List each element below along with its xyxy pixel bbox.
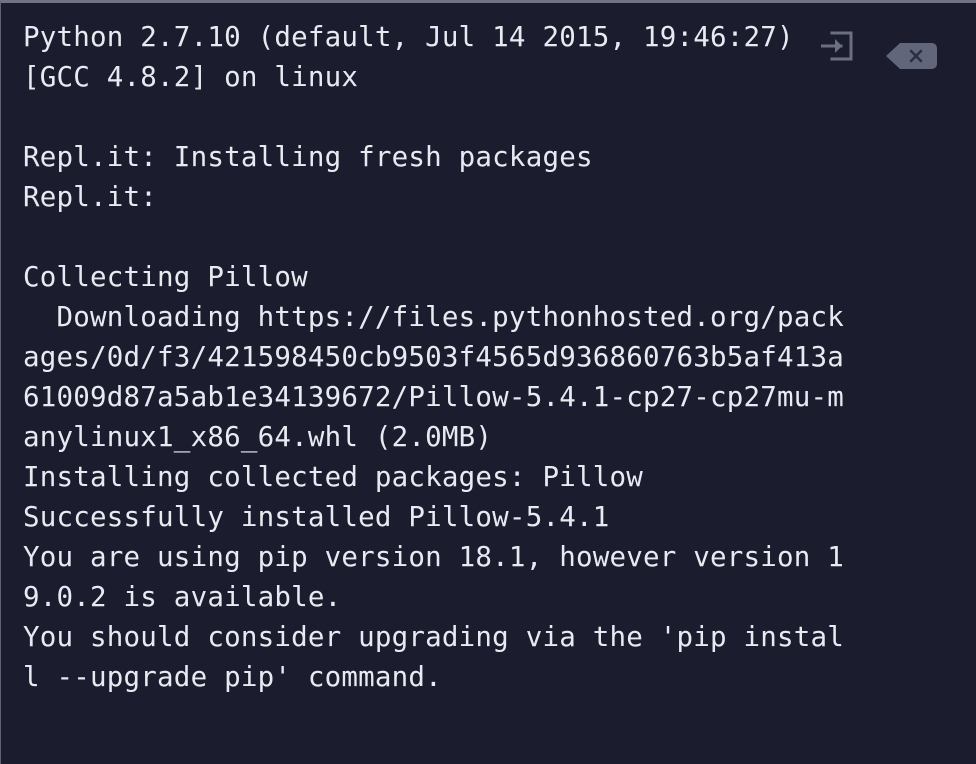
console-line: You are using pip version 18.1, however …	[23, 541, 845, 573]
console-overlay-icons	[816, 3, 976, 83]
console-line: Downloading https://files.pythonhosted.o…	[23, 301, 845, 333]
console-line: 61009d87a5ab1e34139672/Pillow-5.4.1-cp27…	[23, 381, 845, 413]
console-line: You should consider upgrading via the 'p…	[23, 621, 845, 653]
open-in-console-icon[interactable]	[821, 29, 855, 63]
clear-tag-close-icon[interactable]	[884, 41, 938, 71]
console-line: Collecting Pillow	[23, 261, 308, 293]
console-line: 9.0.2 is available.	[23, 581, 342, 613]
console-line: Repl.it:	[23, 181, 158, 213]
console-output-text[interactable]: Python 2.7.10 (default, Jul 14 2015, 19:…	[1, 3, 976, 764]
console-line: anylinux1_x86_64.whl (2.0MB)	[23, 421, 493, 453]
console-line: ages/0d/f3/421598450cb9503f4565d93686076…	[23, 341, 845, 373]
console-line: Installing collected packages: Pillow	[23, 461, 643, 493]
console-window: Python 2.7.10 (default, Jul 14 2015, 19:…	[0, 0, 976, 764]
console-line: Successfully installed Pillow-5.4.1	[23, 501, 610, 533]
console-line: Repl.it: Installing fresh packages	[23, 141, 593, 173]
console-line: l --upgrade pip' command.	[23, 661, 442, 693]
